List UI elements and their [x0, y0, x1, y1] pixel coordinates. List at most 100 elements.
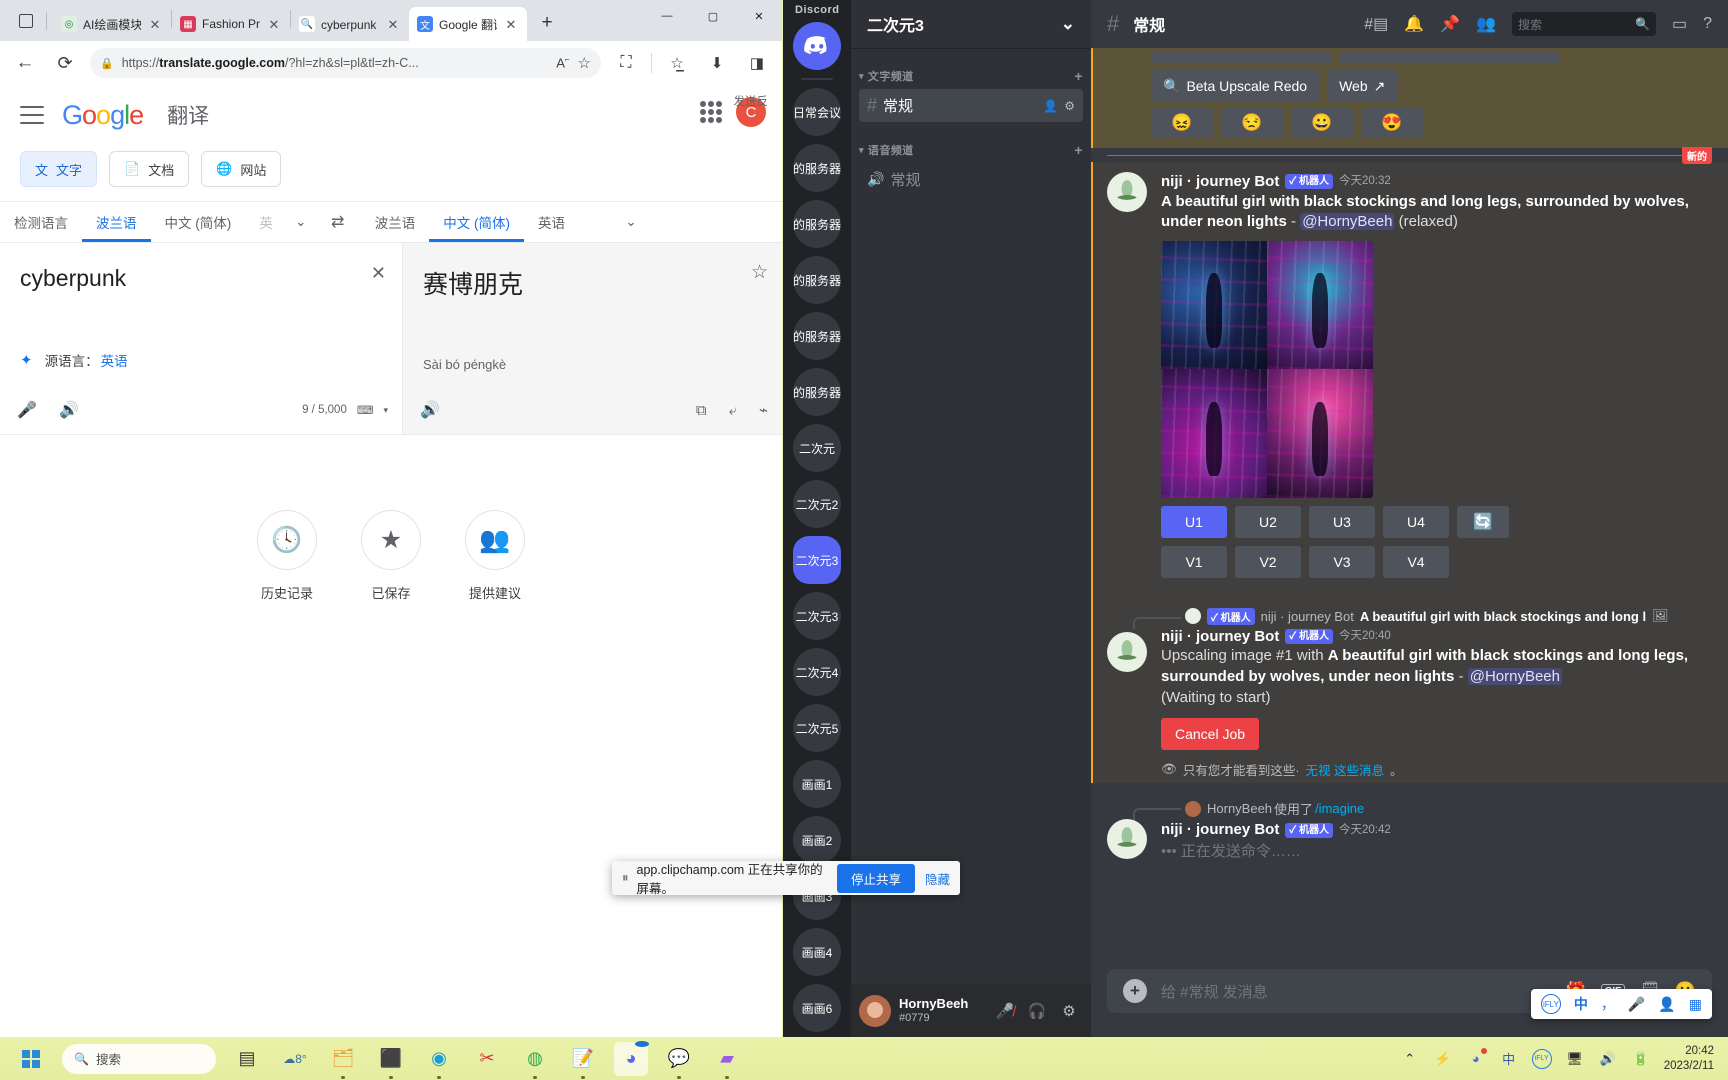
browser-tab-4-active[interactable]: 文 Google 翻译 ✕: [409, 7, 527, 41]
guild-item-11[interactable]: 二次元4: [793, 648, 841, 696]
target-lang-polish[interactable]: 波兰语: [361, 202, 430, 242]
weather-icon[interactable]: ☁8°: [278, 1042, 312, 1076]
source-lang-chinese[interactable]: 中文 (简体): [151, 202, 246, 242]
beta-upscale-redo-button[interactable]: 🔍 Beta Upscale Redo: [1151, 70, 1320, 102]
downloads-icon[interactable]: ⬇: [702, 48, 732, 78]
browser-tab-1[interactable]: ◎ AI绘画模块 ✕: [53, 7, 171, 41]
guild-item-16[interactable]: 画画4: [793, 928, 841, 976]
ime-tray-icon[interactable]: 中: [1499, 1049, 1519, 1069]
guild-item-17[interactable]: 画画6: [793, 984, 841, 1032]
attach-plus-button[interactable]: +: [1123, 979, 1147, 1003]
send-feedback-link[interactable]: 发送反: [734, 93, 769, 109]
reroll-icon-button[interactable]: 🔄: [1457, 505, 1509, 538]
notepad-icon[interactable]: 📝: [566, 1042, 600, 1076]
battery-icon[interactable]: 🔋: [1631, 1049, 1651, 1069]
save-translation-icon[interactable]: ☆: [751, 261, 768, 284]
emoji-button-4[interactable]: 😍: [1361, 108, 1423, 138]
read-aloud-icon[interactable]: A⌐: [556, 55, 569, 70]
swap-languages-button[interactable]: ⇄: [315, 212, 361, 232]
listen-translation-icon[interactable]: 🔊: [417, 397, 443, 423]
iflytek-logo-icon[interactable]: iFLY: [1540, 994, 1561, 1014]
main-menu-icon[interactable]: [20, 106, 44, 124]
split-screen-icon[interactable]: ⛶: [611, 48, 641, 78]
guild-item-10[interactable]: 二次元3: [793, 592, 841, 640]
add-channel-icon[interactable]: +: [1074, 142, 1083, 158]
tab-text[interactable]: 文文字: [20, 151, 98, 187]
clock[interactable]: 20:42 2023/2/11: [1664, 1044, 1714, 1073]
guild-item-12[interactable]: 二次元5: [793, 704, 841, 752]
keyboard-icon[interactable]: ⌨: [357, 403, 374, 417]
upscale-button-u3[interactable]: U3: [1309, 505, 1375, 538]
feedback-icon[interactable]: ⤶: [729, 402, 737, 419]
app-icon[interactable]: ⬛: [374, 1042, 408, 1076]
help-icon[interactable]: ?: [1703, 15, 1712, 33]
target-lang-chinese[interactable]: 中文 (简体): [429, 202, 524, 242]
guild-item-2[interactable]: 的服务器: [793, 144, 841, 192]
detected-language-link[interactable]: 英语: [101, 350, 128, 370]
iflytek-tray-icon[interactable]: iFLY: [1531, 1048, 1552, 1069]
variation-button-v4[interactable]: V4: [1383, 545, 1449, 578]
listen-source-icon[interactable]: 🔊: [56, 397, 82, 423]
gear-icon[interactable]: ⚙: [1055, 997, 1083, 1025]
address-bar[interactable]: 🔒 https://translate.google.com/?hl=zh&sl…: [90, 48, 601, 78]
variation-button-v1[interactable]: V1: [1161, 545, 1227, 578]
source-lang-detect[interactable]: 检测语言: [0, 202, 82, 242]
guild-item-5[interactable]: 的服务器: [793, 312, 841, 360]
target-lang-english[interactable]: 英语: [524, 202, 579, 242]
close-window-button[interactable]: ✕: [736, 0, 782, 32]
target-chevron-down-icon[interactable]: ⌄: [617, 214, 645, 230]
collections-icon[interactable]: ☆̲: [662, 48, 692, 78]
keyboard-dropdown-icon[interactable]: ▾: [383, 405, 388, 416]
channel-item-general-voice[interactable]: 🔊 常规: [859, 163, 1083, 196]
web-button[interactable]: Web ↗: [1327, 70, 1398, 102]
snipping-tool-icon[interactable]: ✂: [470, 1042, 504, 1076]
back-button[interactable]: ←: [10, 48, 40, 78]
mention[interactable]: @HornyBeeh: [1467, 668, 1562, 686]
upscale-button-u2[interactable]: U2: [1235, 505, 1301, 538]
add-member-icon[interactable]: 👤: [1043, 99, 1058, 113]
tab-close-icon[interactable]: ✕: [503, 16, 519, 32]
tab-document[interactable]: 📄 文档: [109, 151, 190, 187]
microphone-icon[interactable]: 🎤: [14, 397, 40, 423]
tab-close-icon[interactable]: ✕: [147, 16, 163, 32]
generated-image-grid[interactable]: [1161, 240, 1373, 498]
discord-tray-icon[interactable]: ◕: [1466, 1047, 1487, 1069]
search-input[interactable]: 搜索 🔍: [1511, 12, 1656, 36]
mention[interactable]: @HornyBeeh: [1300, 213, 1395, 231]
hide-bar-button[interactable]: 隐藏: [925, 869, 950, 888]
web-capture-icon[interactable]: ◨: [742, 48, 772, 78]
upscale-button-u4[interactable]: U4: [1383, 505, 1449, 538]
inbox-icon[interactable]: ▭: [1672, 14, 1687, 34]
tab-actions-button[interactable]: [8, 5, 44, 37]
minimize-button[interactable]: —: [644, 0, 690, 32]
chevron-down-icon[interactable]: ⌄: [1061, 14, 1075, 34]
maximize-button[interactable]: ▢: [690, 0, 736, 32]
clear-source-icon[interactable]: ✕: [371, 263, 386, 284]
stop-sharing-button[interactable]: 停止共享: [836, 863, 915, 893]
guild-item-3[interactable]: 的服务器: [793, 200, 841, 248]
share-icon[interactable]: ⌁: [759, 401, 768, 419]
slash-command-name[interactable]: /imagine: [1315, 801, 1364, 816]
dismiss-messages-link[interactable]: 无视 这些消息: [1306, 760, 1384, 779]
chrome-icon[interactable]: ◍: [518, 1042, 552, 1076]
ime-mode-chinese[interactable]: 中: [1574, 994, 1588, 1014]
new-tab-button[interactable]: +: [533, 9, 561, 37]
members-icon[interactable]: 👥: [1476, 14, 1496, 34]
file-explorer-icon[interactable]: 🗂: [326, 1042, 360, 1076]
edge-icon[interactable]: ◉: [422, 1042, 456, 1076]
guild-item-1[interactable]: 日常会议: [793, 88, 841, 136]
tab-website[interactable]: 🌐 网站: [201, 151, 282, 187]
avatar[interactable]: [1107, 631, 1147, 672]
command-reference[interactable]: HornyBeeh 使用了 /imagine: [1133, 799, 1712, 821]
guild-item-13[interactable]: 画画1: [793, 760, 841, 808]
threads-icon[interactable]: #▤: [1364, 14, 1388, 34]
avatar[interactable]: [859, 994, 891, 1027]
message-author[interactable]: niji · journey Bot: [1161, 627, 1279, 647]
guild-item-8[interactable]: 二次元2: [793, 480, 841, 528]
google-apps-icon[interactable]: [700, 101, 722, 123]
clipchamp-icon[interactable]: ▰: [710, 1042, 744, 1076]
action-contribute[interactable]: 👥 提供建议: [465, 510, 525, 602]
cancel-job-button[interactable]: Cancel Job: [1161, 718, 1260, 751]
avatar[interactable]: [1107, 819, 1147, 860]
guild-item-4[interactable]: 的服务器: [793, 256, 841, 304]
